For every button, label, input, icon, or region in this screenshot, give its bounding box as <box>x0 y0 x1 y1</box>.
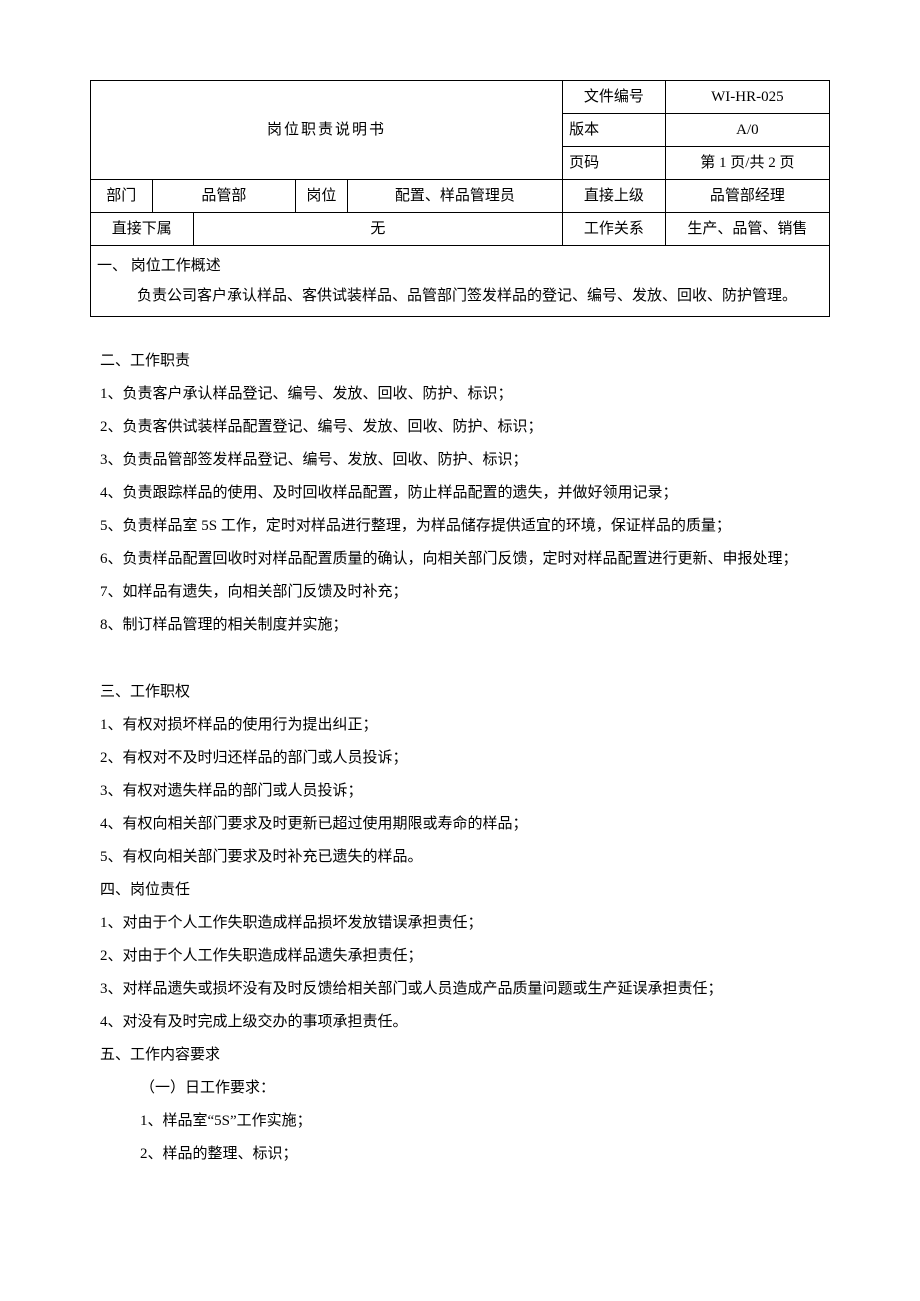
s3-item: 4、有权向相关部门要求及时更新已超过使用期限或寿命的样品； <box>100 808 820 841</box>
header-table: 岗位职责说明书 文件编号 WI-HR-025 版本 A/0 页码 第 1 页/共… <box>90 80 830 317</box>
page-value: 第 1 页/共 2 页 <box>665 147 829 180</box>
s3-item: 3、有权对遗失样品的部门或人员投诉； <box>100 775 820 808</box>
s4-item: 1、对由于个人工作失职造成样品损坏发放错误承担责任； <box>100 907 820 940</box>
overview-text: 负责公司客户承认样品、客供试装样品、品管部门签发样品的登记、编号、发放、回收、防… <box>97 284 823 308</box>
section-5-title: 五、工作内容要求 <box>100 1039 820 1072</box>
s4-item: 3、对样品遗失或损坏没有及时反馈给相关部门或人员造成产品质量问题或生产延误承担责… <box>100 973 820 1006</box>
doc-no-label: 文件编号 <box>563 81 666 114</box>
s2-item: 4、负责跟踪样品的使用、及时回收样品配置，防止样品配置的遗失，并做好领用记录； <box>100 477 820 510</box>
s4-item: 4、对没有及时完成上级交办的事项承担责任。 <box>100 1006 820 1039</box>
version-value: A/0 <box>665 114 829 147</box>
s3-item: 1、有权对损坏样品的使用行为提出纠正； <box>100 709 820 742</box>
overview-heading: 一、 岗位工作概述 <box>97 254 823 278</box>
s2-item: 1、负责客户承认样品登记、编号、发放、回收、防护、标识； <box>100 378 820 411</box>
s2-item: 2、负责客供试装样品配置登记、编号、发放、回收、防护、标识； <box>100 411 820 444</box>
subordinate-value: 无 <box>193 213 563 246</box>
section-3-title: 三、工作职权 <box>100 676 820 709</box>
body-content: 二、工作职责 1、负责客户承认样品登记、编号、发放、回收、防护、标识； 2、负责… <box>90 345 830 1171</box>
supervisor-label: 直接上级 <box>563 180 666 213</box>
s5-sub1-item: 2、样品的整理、标识； <box>100 1138 820 1171</box>
s5-sub1-item: 1、样品室“5S”工作实施； <box>100 1105 820 1138</box>
page-label: 页码 <box>563 147 666 180</box>
doc-no-value: WI-HR-025 <box>665 81 829 114</box>
position-label: 岗位 <box>296 180 347 213</box>
version-label: 版本 <box>563 114 666 147</box>
supervisor-value: 品管部经理 <box>665 180 829 213</box>
s2-item: 5、负责样品室 5S 工作，定时对样品进行整理，为样品储存提供适宜的环境，保证样… <box>100 510 820 543</box>
s3-item: 2、有权对不及时归还样品的部门或人员投诉； <box>100 742 820 775</box>
dept-label: 部门 <box>91 180 153 213</box>
dept-value: 品管部 <box>152 180 296 213</box>
s4-item: 2、对由于个人工作失职造成样品遗失承担责任； <box>100 940 820 973</box>
relation-value: 生产、品管、销售 <box>665 213 829 246</box>
section-4-title: 四、岗位责任 <box>100 874 820 907</box>
position-value: 配置、样品管理员 <box>347 180 563 213</box>
subordinate-label: 直接下属 <box>91 213 194 246</box>
s2-item: 7、如样品有遗失，向相关部门反馈及时补充； <box>100 576 820 609</box>
s5-sub1: （一）日工作要求： <box>100 1072 820 1105</box>
s2-item: 3、负责品管部签发样品登记、编号、发放、回收、防护、标识； <box>100 444 820 477</box>
s2-item: 6、负责样品配置回收时对样品配置质量的确认，向相关部门反馈，定时对样品配置进行更… <box>100 543 820 576</box>
relation-label: 工作关系 <box>563 213 666 246</box>
document-page: 岗位职责说明书 文件编号 WI-HR-025 版本 A/0 页码 第 1 页/共… <box>0 0 920 1301</box>
document-title: 岗位职责说明书 <box>91 81 563 180</box>
s2-item: 8、制订样品管理的相关制度并实施； <box>100 609 820 642</box>
section-2-title: 二、工作职责 <box>100 345 820 378</box>
overview-cell: 一、 岗位工作概述 负责公司客户承认样品、客供试装样品、品管部门签发样品的登记、… <box>91 246 830 317</box>
s3-item: 5、有权向相关部门要求及时补充已遗失的样品。 <box>100 841 820 874</box>
